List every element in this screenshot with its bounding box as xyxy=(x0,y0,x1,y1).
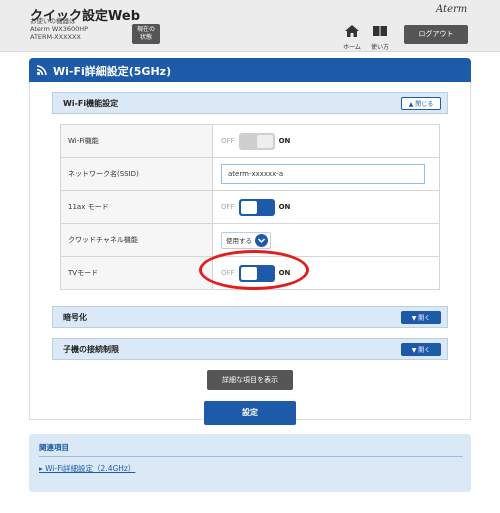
toggle-switch[interactable] xyxy=(238,132,275,150)
expand-label: 開く xyxy=(418,315,431,322)
table-row: Wi-Fi機能 OFF ON xyxy=(60,124,440,158)
table-row: ネットワーク名(SSID) xyxy=(60,157,440,191)
related-title: 関連項目 xyxy=(39,443,69,452)
row-label-quad-channel: クワッドチャネル機能 xyxy=(60,223,213,257)
quad-channel-value: 使用する xyxy=(226,237,252,245)
related-link-text: Wi-Fi詳細設定（2.4GHz） xyxy=(45,464,136,473)
wifi-settings-panel-title: Wi-Fi機能設定 xyxy=(63,99,119,108)
header: クイック設定Web お使いの機器は Aterm WX3600HP ATERM-X… xyxy=(0,0,500,52)
row-label-tv-mode: TVモード xyxy=(60,256,213,290)
section-title-bar: Wi-Fi詳細設定(5GHz) xyxy=(29,58,471,82)
child-limit-panel-title: 子機の接続制限 xyxy=(63,345,119,354)
wifi-function-toggle[interactable]: OFF ON xyxy=(221,132,291,150)
device-model: Aterm WX3600HP xyxy=(30,25,89,33)
chevron-down-icon: ▼ xyxy=(411,315,417,322)
toggle-on-label: ON xyxy=(278,137,291,145)
quad-channel-select[interactable]: 使用する xyxy=(221,231,271,249)
toggle-switch[interactable] xyxy=(238,198,275,216)
brand-logo: Aterm xyxy=(436,4,468,15)
table-row: 11ax モード OFF ON xyxy=(60,190,440,224)
child-limit-panel-header[interactable]: 子機の接続制限 ▼ 開く xyxy=(52,338,448,360)
section-title: Wi-Fi詳細設定(5GHz) xyxy=(53,65,172,78)
logout-button[interactable]: ログアウト xyxy=(404,25,468,44)
home-label: ホーム xyxy=(343,44,361,51)
status-button-line2: 状態 xyxy=(139,34,152,41)
help-button[interactable]: 使い方 xyxy=(366,22,394,51)
expand-encryption-button[interactable]: ▼ 開く xyxy=(401,311,441,324)
encryption-panel-title: 暗号化 xyxy=(63,313,87,322)
toggle-off-label: OFF xyxy=(221,137,235,145)
device-id: ATERM-XXXXXX xyxy=(30,33,81,41)
related-divider xyxy=(39,456,463,457)
save-button[interactable]: 設定 xyxy=(204,401,296,425)
related-link-2-4ghz[interactable]: ▸ Wi-Fi詳細設定（2.4GHz） xyxy=(39,463,135,474)
home-icon xyxy=(345,25,359,37)
expand-child-limit-button[interactable]: ▼ 開く xyxy=(401,343,441,356)
chevron-down-icon: ▼ xyxy=(411,347,417,354)
device-label: お使いの機器は xyxy=(30,17,76,25)
row-label-11ax: 11ax モード xyxy=(60,190,213,224)
encryption-panel-header[interactable]: 暗号化 ▼ 開く xyxy=(52,306,448,328)
related-items: 関連項目 ▸ Wi-Fi詳細設定（2.4GHz） xyxy=(29,434,471,492)
help-label: 使い方 xyxy=(370,44,389,51)
status-button-line1: 現在の xyxy=(136,26,155,33)
chevron-up-icon: ▲ xyxy=(408,101,414,108)
expand-label: 開く xyxy=(418,347,431,354)
11ax-mode-toggle[interactable]: OFF ON xyxy=(221,198,291,216)
book-icon xyxy=(373,26,387,36)
show-details-button[interactable]: 詳細な項目を表示 xyxy=(207,370,293,390)
toggle-on-label: ON xyxy=(278,203,291,211)
collapse-label: 閉じる xyxy=(415,101,434,108)
row-label-wifi-function: Wi-Fi機能 xyxy=(60,124,213,158)
highlight-ellipse xyxy=(199,250,309,290)
current-status-button[interactable]: 現在の 状態 xyxy=(132,24,160,44)
ssid-input[interactable] xyxy=(221,164,425,184)
wifi-settings-panel-header: Wi-Fi機能設定 ▲ 閉じる xyxy=(52,92,448,114)
wifi-icon xyxy=(36,65,47,76)
home-button[interactable]: ホーム xyxy=(338,22,366,51)
row-label-ssid: ネットワーク名(SSID) xyxy=(60,157,213,191)
chevron-down-icon xyxy=(255,233,268,247)
toggle-off-label: OFF xyxy=(221,203,235,211)
collapse-wifi-settings-button[interactable]: ▲ 閉じる xyxy=(401,97,441,110)
